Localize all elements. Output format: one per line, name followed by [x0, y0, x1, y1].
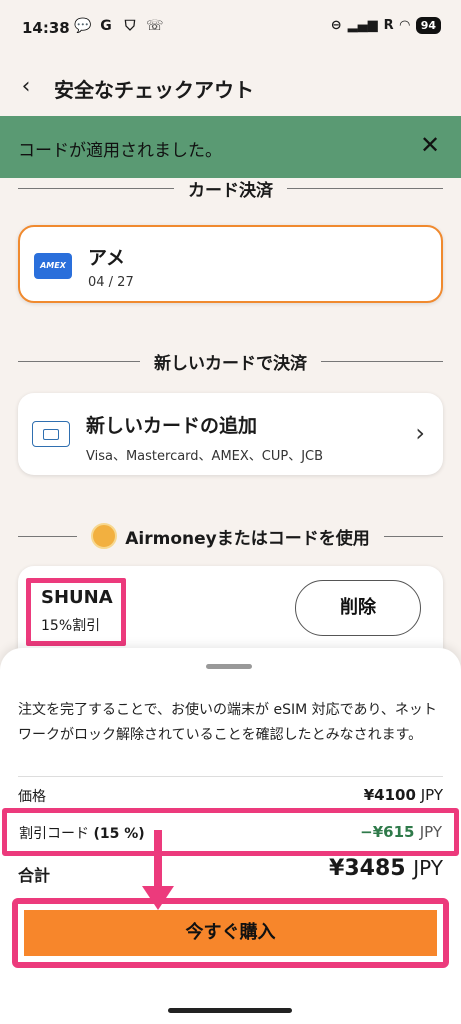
divider-line: [321, 360, 443, 362]
page-title: 安全なチェックアウト: [54, 78, 254, 102]
google-icon: G: [100, 18, 112, 34]
back-arrow-icon[interactable]: ‹: [12, 74, 40, 102]
saved-card-item[interactable]: AMEX アメ 04 / 27: [18, 225, 443, 303]
close-icon[interactable]: ✕: [415, 130, 445, 160]
buy-button-highlight: 今すぐ購入: [12, 898, 449, 968]
card-section-title: カード決済: [188, 180, 273, 201]
status-left-icons: 💬 G ⛉ ☏: [74, 18, 164, 34]
toast-message: コードが適用されました。: [18, 141, 222, 161]
divider-line: [18, 360, 140, 362]
summary-separator: [18, 776, 443, 777]
annotation-arrow-shaft: [154, 830, 162, 890]
airmoney-coin-icon: [91, 523, 118, 549]
success-toast: コードが適用されました。 ✕: [0, 116, 461, 178]
chevron-right-icon: ›: [415, 419, 425, 447]
divider-line: [383, 535, 444, 537]
discount-row-highlight: 割引コード (15 %) −¥615 JPY: [2, 808, 459, 856]
applied-code-highlight: SHUNA 15%割引: [26, 578, 126, 646]
total-value: ¥3485 JPY: [329, 856, 443, 881]
annotation-arrow-down-icon: [142, 886, 174, 910]
dnd-icon: ⊖: [330, 18, 342, 33]
add-new-card-button[interactable]: 新しいカードの追加 Visa、Mastercard、AMEX、CUP、JCB ›: [18, 393, 443, 475]
status-bar: 14:38 💬 G ⛉ ☏ ⊖ ▂▄▆ R ◠ 94: [0, 0, 461, 60]
code-section-title: Airmoneyまたはコードを使用: [77, 523, 383, 549]
new-card-section-divider: 新しいカードで決済: [18, 346, 443, 376]
total-currency: JPY: [413, 856, 443, 880]
price-value: ¥4100 JPY: [364, 786, 443, 804]
discount-amount: −¥615: [360, 823, 415, 841]
discount-value: −¥615 JPY: [360, 823, 442, 841]
status-time: 14:38: [22, 19, 70, 37]
price-label: 価格: [18, 789, 46, 805]
applied-code-discount: 15%割引: [41, 618, 101, 634]
roaming-indicator: R: [383, 18, 394, 33]
divider-line: [287, 187, 443, 189]
add-card-title: 新しいカードの追加: [86, 415, 258, 437]
esim-disclaimer: 注文を完了することで、お使いの端末が eSIM 対応であり、ネットワークがロック…: [18, 702, 437, 743]
applied-code-name: SHUNA: [41, 587, 113, 608]
status-right-icons: ⊖ ▂▄▆ R ◠ 94: [331, 17, 441, 34]
new-card-section-title: 新しいカードで決済: [154, 353, 307, 374]
drag-handle[interactable]: [206, 664, 252, 669]
call-icon: ☏: [146, 18, 164, 34]
home-indicator[interactable]: [168, 1008, 292, 1013]
saved-card-expiry: 04 / 27: [88, 275, 134, 290]
price-amount: ¥4100: [363, 786, 416, 804]
discount-percent: (15 %): [93, 826, 145, 842]
card-section-divider: カード決済: [18, 173, 443, 203]
wifi-icon: ◠: [399, 18, 410, 33]
signal-icon: ▂▄▆: [347, 18, 378, 33]
chat-icon: 💬: [74, 18, 92, 34]
remove-code-button[interactable]: 削除: [295, 580, 421, 636]
total-amount: ¥3485: [329, 856, 406, 881]
saved-card-name: アメ: [88, 247, 126, 269]
amex-logo-icon: AMEX: [34, 253, 72, 279]
discount-currency: JPY: [419, 823, 442, 841]
accepted-card-brands: Visa、Mastercard、AMEX、CUP、JCB: [86, 449, 324, 464]
code-section-title-text: Airmoneyまたはコードを使用: [125, 528, 370, 549]
discount-label: 割引コード (15 %): [19, 823, 145, 843]
total-label: 合計: [18, 866, 51, 885]
shield-icon: ⛉: [124, 18, 136, 34]
code-section-divider: Airmoneyまたはコードを使用: [18, 521, 444, 551]
discount-label-text: 割引コード: [19, 826, 89, 842]
price-currency: JPY: [420, 786, 443, 804]
order-summary-sheet: 注文を完了することで、お使いの端末が eSIM 対応であり、ネットワークがロック…: [0, 648, 461, 1024]
header: ‹ 安全なチェックアウト: [0, 60, 461, 116]
buy-now-button[interactable]: 今すぐ購入: [24, 910, 437, 956]
battery-indicator: 94: [415, 17, 441, 34]
divider-line: [18, 187, 174, 189]
credit-card-icon: [32, 421, 70, 447]
divider-line: [18, 535, 78, 537]
